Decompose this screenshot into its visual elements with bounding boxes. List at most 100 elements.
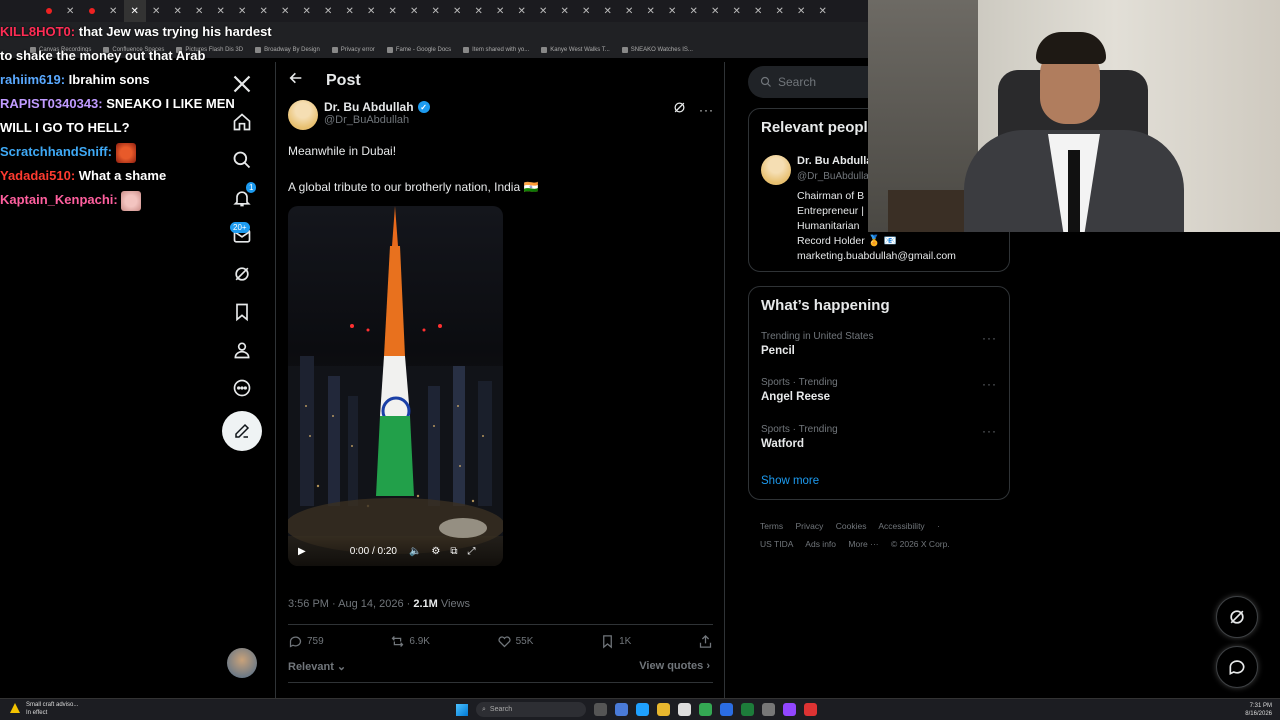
browser-tab-close[interactable]: ✕ bbox=[619, 0, 641, 22]
browser-tab-close[interactable]: ✕ bbox=[253, 0, 275, 22]
back-arrow-icon[interactable] bbox=[288, 70, 304, 91]
messages-floating-button[interactable] bbox=[1216, 646, 1258, 688]
search-icon[interactable] bbox=[222, 142, 262, 178]
browser-tab-close[interactable]: ✕ bbox=[189, 0, 211, 22]
browser-tab-close[interactable]: ✕ bbox=[210, 0, 232, 22]
view-quotes-link[interactable]: View quotes › bbox=[639, 660, 710, 672]
store-icon[interactable] bbox=[678, 703, 691, 716]
footer-link[interactable]: US TIDA bbox=[760, 539, 793, 549]
messages-icon[interactable]: 20+ bbox=[222, 218, 262, 254]
browser-tab-close[interactable]: ✕ bbox=[296, 0, 318, 22]
browser-tab-close[interactable]: ✕ bbox=[597, 0, 619, 22]
app-icon[interactable] bbox=[762, 703, 775, 716]
share-button[interactable] bbox=[698, 634, 713, 649]
footer-link[interactable]: Cookies bbox=[836, 521, 867, 531]
show-more-link[interactable]: Show more bbox=[761, 475, 819, 487]
trend-item[interactable]: Sports · Trending Watford ··· bbox=[761, 424, 999, 450]
browser-tab-close[interactable]: ✕ bbox=[748, 0, 770, 22]
weather-widget[interactable]: Small craft adviso... In effect bbox=[10, 701, 78, 717]
browser-tab-active[interactable]: ✕ bbox=[124, 0, 146, 22]
browser-tab-close[interactable]: ✕ bbox=[318, 0, 340, 22]
browser-tab-close[interactable]: ✕ bbox=[511, 0, 533, 22]
browser-tab-close[interactable]: ✕ bbox=[490, 0, 512, 22]
x-logo-icon[interactable] bbox=[222, 66, 262, 102]
footer-link[interactable]: Terms bbox=[760, 521, 783, 531]
browser-tab-close[interactable]: ✕ bbox=[683, 0, 705, 22]
browser-tab-close[interactable]: ✕ bbox=[662, 0, 684, 22]
browser-tab-close[interactable]: ✕ bbox=[167, 0, 189, 22]
app-icon[interactable] bbox=[804, 703, 817, 716]
like-button[interactable]: 55K bbox=[497, 634, 533, 649]
grok-icon[interactable] bbox=[672, 100, 687, 120]
browser-tab-close[interactable]: ✕ bbox=[468, 0, 490, 22]
bookmark-item[interactable]: Privacy error bbox=[331, 47, 375, 53]
fullscreen-icon[interactable]: ⤢ bbox=[468, 546, 476, 557]
browser-tab-close[interactable]: ✕ bbox=[640, 0, 662, 22]
profile-icon[interactable] bbox=[222, 332, 262, 368]
repost-button[interactable]: 6.9K bbox=[390, 634, 430, 649]
settings-icon[interactable]: ⚙ bbox=[431, 546, 440, 557]
post-video[interactable]: ▶ 0:00 / 0:20 🔈 ⚙ ⧉ ⤢ bbox=[288, 206, 503, 566]
system-clock[interactable]: 7:31 PM 8/16/2026 bbox=[1245, 702, 1272, 718]
more-options-icon[interactable]: ··· bbox=[982, 424, 997, 438]
browser-tab-close[interactable]: ✕ bbox=[103, 0, 125, 22]
person-handle[interactable]: @Dr_BuAbdullah bbox=[797, 171, 874, 182]
bio-email-link[interactable]: marketing.buabdullah@gmail.com bbox=[797, 249, 956, 264]
home-icon[interactable] bbox=[222, 104, 262, 140]
taskbar-search[interactable]: ⌕ Search bbox=[476, 702, 586, 717]
author-avatar[interactable] bbox=[288, 100, 318, 130]
person-avatar[interactable] bbox=[761, 155, 791, 185]
browser-tab-close[interactable]: ✕ bbox=[232, 0, 254, 22]
reply-sort-dropdown[interactable]: Relevant ⌄ bbox=[288, 660, 346, 673]
browser-tab-close[interactable]: ✕ bbox=[554, 0, 576, 22]
bookmark-item[interactable]: Fame - Google Docs bbox=[386, 47, 451, 53]
post-timestamp[interactable]: 3:56 PM · Aug 14, 2026 · bbox=[288, 598, 413, 610]
reply-button[interactable]: 759 bbox=[288, 634, 324, 649]
file-explorer-icon[interactable] bbox=[657, 703, 670, 716]
author-name[interactable]: Dr. Bu Abdullah bbox=[324, 100, 414, 114]
person-name[interactable]: Dr. Bu Abdullah bbox=[797, 155, 879, 167]
trend-item[interactable]: Trending in United States Pencil ··· bbox=[761, 331, 999, 357]
edge-icon[interactable] bbox=[636, 703, 649, 716]
bookmark-button[interactable]: 1K bbox=[600, 634, 631, 649]
browser-tab-close[interactable]: ✕ bbox=[447, 0, 469, 22]
windows-start-icon[interactable] bbox=[456, 703, 468, 716]
grok-icon[interactable] bbox=[222, 256, 262, 292]
app-icon[interactable] bbox=[720, 703, 733, 716]
more-options-icon[interactable]: ··· bbox=[699, 103, 714, 117]
browser-tab-close[interactable]: ✕ bbox=[726, 0, 748, 22]
play-icon[interactable]: ▶ bbox=[298, 546, 306, 557]
browser-tab-close[interactable]: ✕ bbox=[705, 0, 727, 22]
bookmarks-icon[interactable] bbox=[222, 294, 262, 330]
browser-tab-close[interactable]: ✕ bbox=[404, 0, 426, 22]
browser-tab-strip[interactable]: ✕ ✕ ✕ ✕ ✕ ✕ ✕ ✕ ✕ ✕ ✕ ✕ ✕ ✕ ✕ ✕ ✕ ✕ ✕ ✕ … bbox=[0, 0, 868, 22]
browser-tab[interactable] bbox=[38, 0, 60, 22]
account-avatar[interactable] bbox=[227, 648, 257, 678]
browser-tab-close[interactable]: ✕ bbox=[60, 0, 82, 22]
browser-tab-close[interactable]: ✕ bbox=[361, 0, 383, 22]
picture-in-picture-icon[interactable]: ⧉ bbox=[450, 546, 457, 557]
footer-link[interactable]: Ads info bbox=[805, 539, 836, 549]
app-icon[interactable] bbox=[615, 703, 628, 716]
browser-tab-close[interactable]: ✕ bbox=[576, 0, 598, 22]
bookmark-item[interactable]: SNEAKO Watches IS... bbox=[621, 47, 693, 53]
browser-tab[interactable] bbox=[81, 0, 103, 22]
more-options-icon[interactable]: ··· bbox=[982, 331, 997, 345]
browser-tab-close[interactable]: ✕ bbox=[382, 0, 404, 22]
xbox-icon[interactable] bbox=[741, 703, 754, 716]
more-icon[interactable] bbox=[222, 370, 262, 406]
browser-tab-close[interactable]: ✕ bbox=[275, 0, 297, 22]
bookmark-item[interactable]: Kanye West Walks T... bbox=[541, 47, 610, 53]
footer-link[interactable]: Accessibility bbox=[878, 521, 924, 531]
chrome-icon[interactable] bbox=[699, 703, 712, 716]
footer-link[interactable]: More ··· bbox=[848, 539, 878, 549]
compose-post-button[interactable] bbox=[222, 411, 262, 451]
post-author[interactable]: Dr. Bu Abdullah ✓ @Dr_BuAbdullah bbox=[288, 100, 430, 130]
app-icon[interactable] bbox=[783, 703, 796, 716]
grok-floating-button[interactable] bbox=[1216, 596, 1258, 638]
browser-tab-close[interactable]: ✕ bbox=[769, 0, 791, 22]
browser-tab-close[interactable]: ✕ bbox=[425, 0, 447, 22]
author-handle[interactable]: @Dr_BuAbdullah bbox=[324, 114, 430, 126]
bookmark-item[interactable]: Item shared with yo... bbox=[463, 47, 529, 53]
volume-icon[interactable]: 🔈 bbox=[409, 546, 421, 557]
